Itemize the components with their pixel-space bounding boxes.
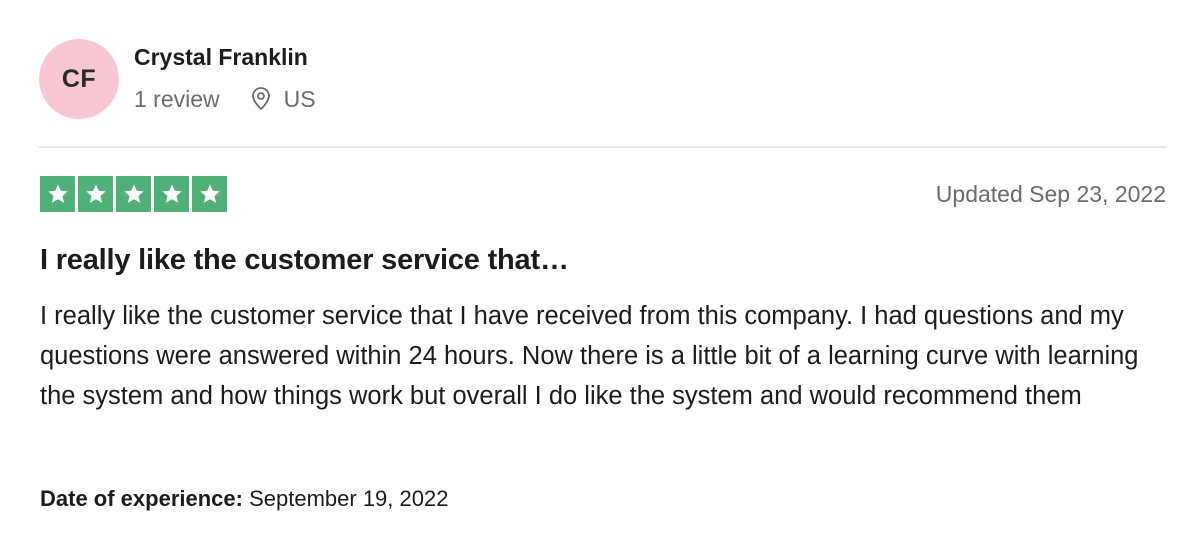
review-count: 1 review xyxy=(134,85,220,112)
review-card: CF Crystal Franklin 1 review US Updated … xyxy=(0,0,1200,540)
star-rating xyxy=(40,176,227,212)
avatar-initials: CF xyxy=(61,64,97,93)
star-icon xyxy=(116,176,151,212)
reviewer-meta: 1 review US xyxy=(134,84,316,114)
experience-date: September 19, 2022 xyxy=(249,486,449,511)
star-icon xyxy=(192,176,227,212)
review-title[interactable]: I really like the customer service that… xyxy=(40,244,569,277)
updated-date: Updated Sep 23, 2022 xyxy=(935,181,1166,207)
star-icon xyxy=(40,176,75,212)
location-pin-icon xyxy=(250,87,272,111)
divider xyxy=(39,146,1167,148)
avatar[interactable]: CF xyxy=(39,39,119,119)
reviewer-name[interactable]: Crystal Franklin xyxy=(134,44,308,71)
review-body: I really like the customer service that … xyxy=(40,302,1139,410)
star-icon xyxy=(78,176,113,212)
reviewer-country: US xyxy=(283,85,316,112)
star-icon xyxy=(154,176,189,212)
experience-label: Date of experience: xyxy=(40,486,243,511)
date-of-experience: Date of experience: September 19, 2022 xyxy=(40,486,448,512)
